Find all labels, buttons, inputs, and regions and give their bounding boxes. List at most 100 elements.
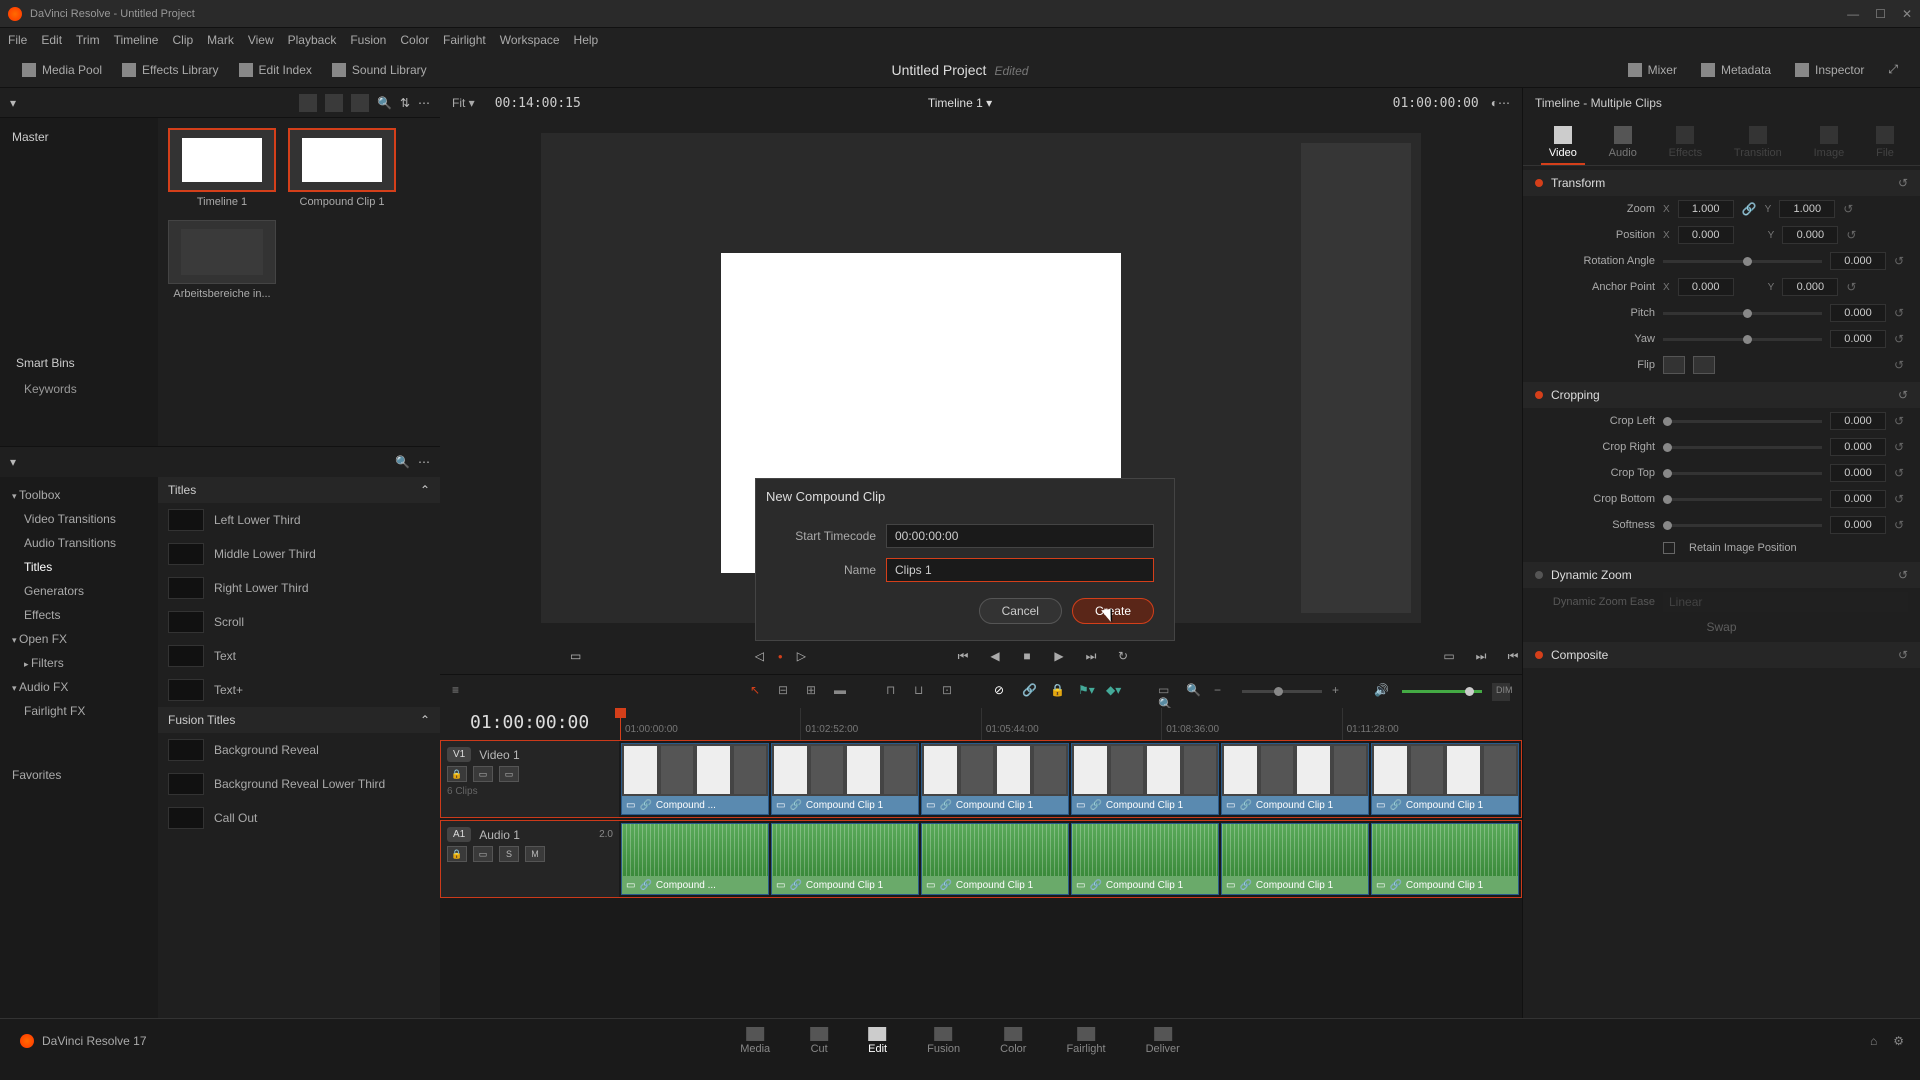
reset-icon[interactable]: ↺ — [1894, 254, 1908, 268]
audiofx-node[interactable]: Audio FX — [0, 675, 158, 699]
menu-mark[interactable]: Mark — [207, 33, 234, 47]
pitch-input[interactable]: 0.000 — [1830, 304, 1886, 322]
rotation-slider[interactable] — [1663, 260, 1822, 263]
reset-icon[interactable]: ↺ — [1894, 358, 1908, 372]
menu-view[interactable]: View — [248, 33, 274, 47]
filters-node[interactable]: Filters — [0, 651, 158, 675]
search-icon[interactable]: 🔍 — [395, 455, 410, 469]
pos-x-input[interactable]: 0.000 — [1678, 226, 1734, 244]
smart-bins-header[interactable]: Smart Bins — [8, 348, 150, 378]
menubar[interactable]: File Edit Trim Timeline Clip Mark View P… — [0, 28, 1920, 52]
auto-select-icon[interactable]: ▭ — [473, 766, 493, 782]
blade-tool-icon[interactable]: ▬ — [834, 683, 852, 701]
timeline-name[interactable]: Timeline 1 ▾ — [928, 96, 992, 110]
menu-timeline[interactable]: Timeline — [114, 33, 159, 47]
lock-icon[interactable]: 🔒 — [1050, 683, 1068, 701]
softness-input[interactable]: 0.000 — [1830, 516, 1886, 534]
reset-icon[interactable]: ↺ — [1898, 568, 1908, 582]
crop-right-input[interactable]: 0.000 — [1830, 438, 1886, 456]
fx-dropdown[interactable]: ▾ — [10, 455, 16, 469]
reset-icon[interactable]: ↺ — [1894, 332, 1908, 346]
video-transitions-node[interactable]: Video Transitions — [0, 507, 158, 531]
crop-right-slider[interactable] — [1663, 446, 1822, 449]
replace-icon[interactable]: ⊡ — [942, 683, 960, 701]
mute-icon[interactable]: M — [525, 846, 545, 862]
last-frame-icon[interactable]: ⏭ — [1082, 647, 1100, 665]
prev-edit-icon[interactable]: ◁ — [755, 649, 764, 663]
selection-tool-icon[interactable]: ↖ — [750, 683, 768, 701]
reset-icon[interactable]: ↺ — [1846, 280, 1860, 294]
fx-item[interactable]: Left Lower Third — [158, 503, 440, 537]
crop-bottom-input[interactable]: 0.000 — [1830, 490, 1886, 508]
crop-top-input[interactable]: 0.000 — [1830, 464, 1886, 482]
mark-in-icon[interactable]: ▭ — [1440, 647, 1458, 665]
zoom-fit-icon[interactable]: 🔍 — [1186, 683, 1204, 701]
more-icon[interactable]: ⋯ — [1498, 96, 1510, 110]
reset-icon[interactable]: ↺ — [1846, 228, 1860, 242]
list-view-icon[interactable] — [299, 94, 317, 112]
collapse-icon[interactable]: ⌃ — [420, 483, 430, 497]
audio-clip[interactable]: ▭🔗Compound Clip 1 — [921, 823, 1069, 895]
lock-track-icon[interactable]: 🔒 — [447, 846, 467, 862]
yaw-slider[interactable] — [1663, 338, 1822, 341]
page-fairlight[interactable]: Fairlight — [1066, 1027, 1105, 1055]
reset-icon[interactable]: ↺ — [1894, 414, 1908, 428]
effects-node[interactable]: Effects — [0, 603, 158, 627]
ruler-tick[interactable]: 01:11:28:00 — [1342, 708, 1522, 740]
menu-playback[interactable]: Playback — [288, 33, 337, 47]
overwrite-icon[interactable]: ⊔ — [914, 683, 932, 701]
flip-v-icon[interactable] — [1693, 356, 1715, 374]
first-frame-icon[interactable]: ⏮ — [954, 647, 972, 665]
link-icon[interactable]: 🔗 — [1742, 202, 1757, 216]
ruler-tick[interactable]: 01:08:36:00 — [1161, 708, 1341, 740]
next-edit-icon[interactable]: ▷ — [797, 649, 806, 663]
strip-view-icon[interactable] — [351, 94, 369, 112]
fx-item[interactable]: Text — [158, 639, 440, 673]
expand-icon[interactable]: ⤢ — [1878, 58, 1908, 81]
yaw-input[interactable]: 0.000 — [1830, 330, 1886, 348]
video-clip[interactable]: ▭🔗Compound Clip 1 — [1221, 743, 1369, 815]
reset-icon[interactable]: ↺ — [1894, 440, 1908, 454]
metadata-toggle[interactable]: Metadata — [1691, 58, 1781, 81]
menu-file[interactable]: File — [8, 33, 27, 47]
maximize-icon[interactable]: ☐ — [1875, 7, 1886, 21]
favorites-node[interactable]: Favorites — [0, 763, 158, 787]
solo-icon[interactable]: S — [499, 846, 519, 862]
match-frame-icon[interactable]: ▭ — [570, 649, 581, 663]
edit-index-toggle[interactable]: Edit Index — [229, 59, 322, 81]
go-start-icon[interactable]: ⏮ — [1504, 647, 1522, 665]
prev-frame-icon[interactable]: ◀ — [986, 647, 1004, 665]
trim-tool-icon[interactable]: ⊟ — [778, 683, 796, 701]
zoom-in-icon[interactable]: + — [1332, 683, 1350, 701]
ruler-tick[interactable]: 01:00:00:00 — [620, 708, 800, 740]
dynamic-zoom-section[interactable]: Dynamic Zoom↺ — [1523, 562, 1920, 588]
pitch-slider[interactable] — [1663, 312, 1822, 315]
fx-item[interactable]: Background Reveal — [158, 733, 440, 767]
snap-icon[interactable]: ⊘ — [994, 683, 1012, 701]
page-deliver[interactable]: Deliver — [1146, 1027, 1180, 1055]
retain-checkbox[interactable] — [1663, 542, 1675, 554]
sound-library-toggle[interactable]: Sound Library — [322, 59, 437, 81]
anchor-x-input[interactable]: 0.000 — [1678, 278, 1734, 296]
page-media[interactable]: Media — [740, 1027, 770, 1055]
audio-track[interactable]: A1Audio 12.0 🔒▭SM ▭🔗Compound ...▭🔗Compou… — [440, 820, 1522, 898]
zoom-x-input[interactable]: 1.000 — [1678, 200, 1734, 218]
bypass-icon[interactable]: ◐ — [1491, 96, 1498, 110]
stop-icon[interactable]: ■ — [1018, 647, 1036, 665]
fx-item[interactable]: Text+ — [158, 673, 440, 707]
toolbox-node[interactable]: Toolbox — [0, 483, 158, 507]
dim-icon[interactable]: DIM — [1492, 683, 1510, 701]
video-clip[interactable]: ▭🔗Compound ... — [621, 743, 769, 815]
search-icon[interactable]: 🔍 — [377, 96, 392, 110]
more-icon[interactable]: ⋯ — [418, 96, 430, 110]
generators-node[interactable]: Generators — [0, 579, 158, 603]
zoom-y-input[interactable]: 1.000 — [1779, 200, 1835, 218]
grid-view-icon[interactable] — [325, 94, 343, 112]
go-end-icon[interactable]: ⏭ — [1472, 647, 1490, 665]
video-clip[interactable]: ▭🔗Compound Clip 1 — [1371, 743, 1519, 815]
reset-icon[interactable]: ↺ — [1898, 648, 1908, 662]
clip-thumb[interactable]: Compound Clip 1 — [288, 128, 396, 208]
audio-clip[interactable]: ▭🔗Compound Clip 1 — [771, 823, 919, 895]
cancel-button[interactable]: Cancel — [979, 598, 1062, 624]
audio-clip[interactable]: ▭🔗Compound Clip 1 — [1221, 823, 1369, 895]
